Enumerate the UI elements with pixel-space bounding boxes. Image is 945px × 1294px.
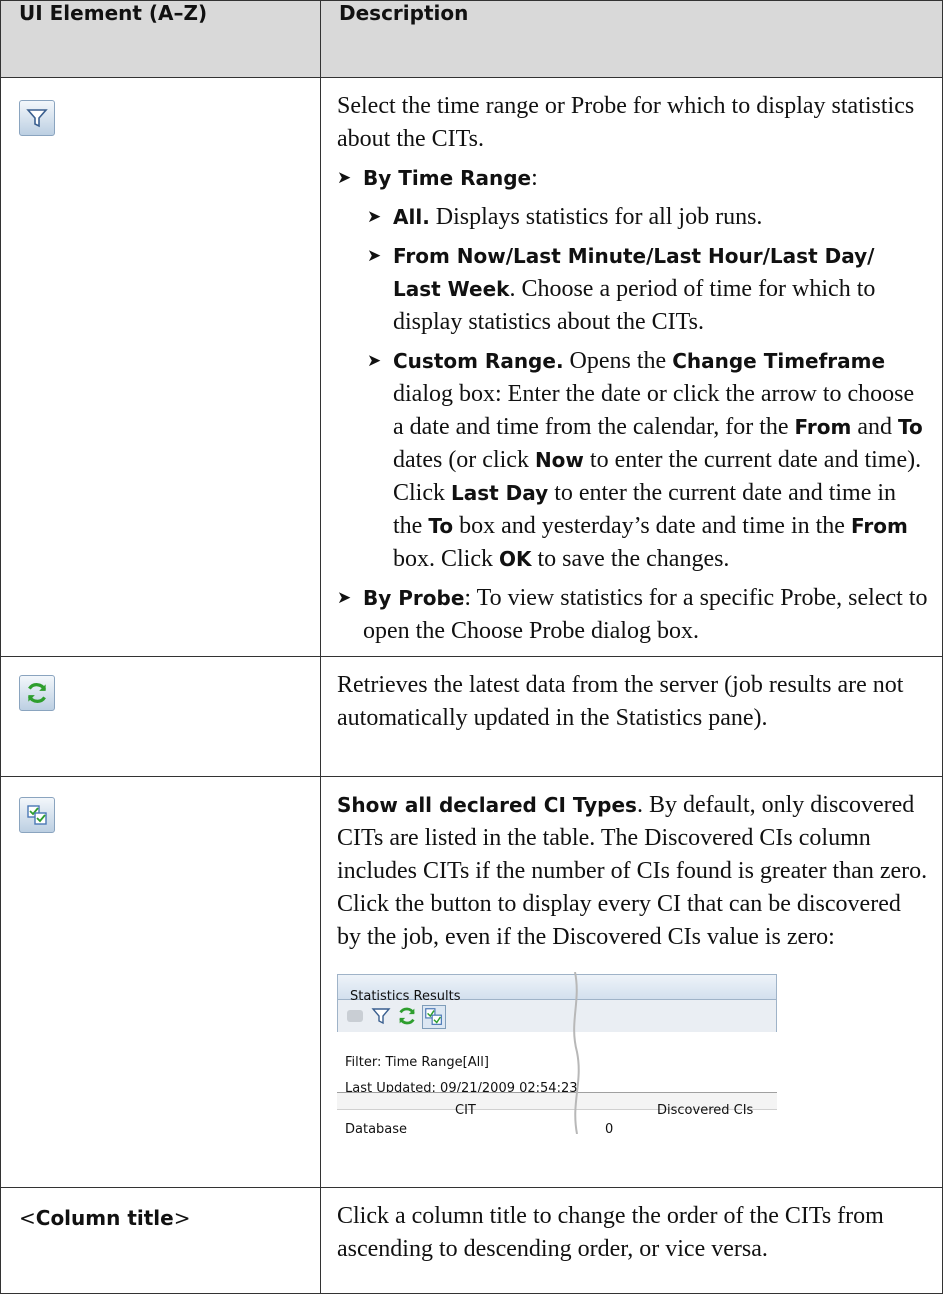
custom-text: to save the changes. <box>531 546 730 572</box>
description-cell: Click a column title to change the order… <box>320 1187 943 1294</box>
ui-element-cell <box>0 77 321 657</box>
change-timeframe-label: Change Timeframe <box>672 349 886 373</box>
table-row[interactable]: Database 0 <box>337 1112 777 1137</box>
column-header-description[interactable]: Description <box>320 0 943 78</box>
show-all-description: Show all declared CI Types. By default, … <box>337 789 928 954</box>
filter-funnel-icon[interactable] <box>370 1005 392 1027</box>
table-row-filter: Select the time range or Probe for which… <box>0 77 943 657</box>
description-cell: Show all declared CI Types. By default, … <box>320 776 943 1188</box>
bullet-arrow-icon: ➤ <box>337 168 352 188</box>
refresh-icon <box>27 683 47 703</box>
statistics-results-title: Statistics Results <box>337 974 777 1004</box>
refresh-description: Retrieves the latest data from the serve… <box>337 672 904 731</box>
table-header-row: UI Element (A–Z) Description <box>0 0 943 78</box>
bullet-arrow-icon: ➤ <box>367 246 382 266</box>
to-label: To <box>898 415 923 439</box>
bullet-arrow-icon: ➤ <box>367 207 382 227</box>
description-cell: Select the time range or Probe for which… <box>320 77 943 657</box>
ok-label: OK <box>499 547 532 571</box>
refresh-icon[interactable] <box>396 1005 418 1027</box>
ui-element-cell: <Column title> <box>0 1187 321 1294</box>
filter-button[interactable] <box>19 100 55 136</box>
filter-intro: Select the time range or Probe for which… <box>337 93 915 152</box>
description-cell: Retrieves the latest data from the serve… <box>320 656 943 777</box>
bullet-arrow-icon: ➤ <box>367 351 382 371</box>
custom-text: dates (or click <box>393 447 535 473</box>
bullet-arrow-icon: ➤ <box>337 588 352 608</box>
from-label: From <box>850 514 908 538</box>
gt: > <box>173 1206 191 1230</box>
cit-cell: Database <box>345 1122 408 1137</box>
ui-element-cell <box>0 656 321 777</box>
now-label: Now <box>534 448 584 472</box>
last-day-label: Last Day <box>451 481 549 505</box>
colon: : <box>531 165 538 191</box>
list-item: ➤ By Probe: To view statistics for a spe… <box>337 582 928 648</box>
by-probe-label: By Probe <box>363 586 465 610</box>
statistics-toolbar <box>337 1000 777 1032</box>
by-time-range-label: By Time Range <box>363 166 532 190</box>
table-row-refresh: Retrieves the latest data from the serve… <box>0 656 943 777</box>
refresh-button[interactable] <box>19 675 55 711</box>
ui-element-table: UI Element (A–Z) Description Select the … <box>0 0 943 1294</box>
list-item: ➤ All. Displays statistics for all job r… <box>337 201 928 234</box>
disabled-cit-icon <box>347 1010 363 1022</box>
to-label: To <box>428 514 454 538</box>
column-header-ui-element[interactable]: UI Element (A–Z) <box>0 0 321 78</box>
custom-text: Opens the <box>563 348 673 374</box>
statistics-results-screenshot: Statistics Results Filter: Time Range[Al… <box>337 972 777 1137</box>
custom-text: box and yesterday’s date and time in the <box>453 513 851 539</box>
discovered-cis-cell: 0 <box>605 1122 614 1137</box>
grid-header: CIT Discovered CIs <box>337 1092 777 1118</box>
column-title-description: Click a column title to change the order… <box>337 1203 884 1262</box>
all-label: All. <box>393 205 430 229</box>
page: UI Element (A–Z) Description Select the … <box>0 0 945 1294</box>
show-all-declared-icon <box>27 805 47 825</box>
list-item: ➤ From Now/Last Minute/Last Hour/Last Da… <box>337 240 928 339</box>
lt: < <box>19 1206 36 1230</box>
ui-element-cell <box>0 776 321 1188</box>
tear-line <box>573 972 580 1134</box>
show-all-declared-button[interactable] <box>19 797 55 833</box>
custom-text: box. Click <box>393 546 499 572</box>
filter-funnel-icon <box>26 109 48 128</box>
show-all-label: Show all declared CI Types <box>337 793 637 817</box>
column-title-label: Column title <box>35 1206 174 1230</box>
custom-range-label: Custom Range. <box>393 349 564 373</box>
all-text: Displays statistics for all job runs. <box>429 204 763 230</box>
show-all-declared-icon[interactable] <box>422 1005 446 1029</box>
custom-text: and <box>851 414 899 440</box>
from-label: From <box>794 415 852 439</box>
table-row-show-all-declared: Show all declared CI Types. By default, … <box>0 776 943 1188</box>
table-row-column-title: <Column title> Click a column title to c… <box>0 1187 943 1294</box>
list-item: ➤ Custom Range. Opens the Change Timefra… <box>337 345 928 576</box>
list-item: ➤ By Time Range: <box>337 162 928 195</box>
